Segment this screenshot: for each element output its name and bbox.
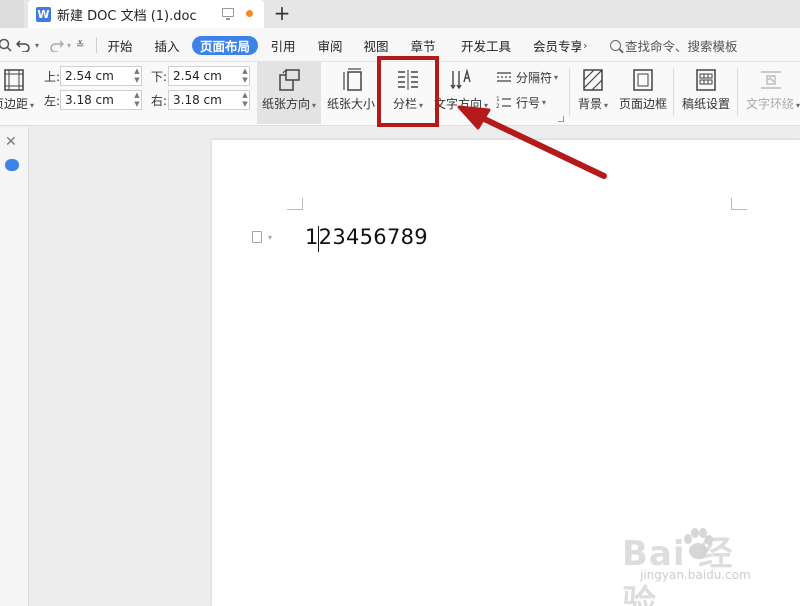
text-direction-button[interactable]: 文字方向 ▾ [434,62,488,124]
menu-more-chevron-icon[interactable]: › [583,39,587,52]
watermark-url: jingyan.baidu.com [640,568,751,582]
line-number-icon: 12 [496,96,511,109]
background-label: 背景 [577,97,602,111]
text-wrap-button[interactable]: 文字环绕 ▾ [742,62,800,124]
page-margins-button[interactable]: 页边距▾ [0,62,36,124]
text-wrap-icon [761,71,781,89]
page-setup-launcher-icon[interactable] [558,116,564,122]
undo-icon[interactable] [16,28,32,62]
columns-highlight-box [377,56,439,127]
paragraph-handle-icon[interactable] [252,231,262,243]
bottom-margin-input[interactable]: 2.54 cm [168,66,250,86]
top-margin-input[interactable]: 2.54 cm [60,66,142,86]
command-search-placeholder: 查找命令、搜索模板 [625,39,738,54]
close-panel-icon[interactable]: ✕ [5,134,17,150]
text-wrap-label: 文字环绕 [746,97,795,111]
crop-mark-top-right [731,198,747,210]
left-margin-label: 左: [44,94,61,108]
ribbon-separator [673,68,674,116]
right-margin-input[interactable]: 3.18 cm [168,90,250,110]
draft-paper-icon [696,69,716,91]
orientation-icon [279,69,300,91]
paper-size-icon [343,68,362,91]
bottom-margin-spinner[interactable]: ▲ ▼ [240,67,250,87]
undo-dropdown-icon[interactable]: ▾ [35,28,39,62]
ribbon-separator [569,68,570,116]
text-direction-label: 文字方向 [434,97,483,111]
page-margins-label: 页边距 [0,97,29,111]
background-button[interactable]: 背景 ▾ [573,62,613,124]
separator-label: 分隔符 [516,70,553,85]
menu-insert[interactable]: 插入 [151,36,183,55]
svg-text:1: 1 [496,96,500,103]
page-border-label: 页面边框 [618,97,667,111]
menu-separator [96,37,97,53]
left-side-panel [0,127,29,606]
background-icon [583,69,603,91]
menu-home[interactable]: 开始 [104,36,136,55]
bottom-margin-label: 下: [151,70,168,84]
customize-toolbar-icon[interactable]: ≚ [76,28,84,62]
paper-size-label: 纸张大小 [327,97,376,111]
menu-page-layout[interactable]: 页面布局 [192,36,258,55]
menu-chapter[interactable]: 章节 [407,36,439,55]
menu-review[interactable]: 审阅 [314,36,346,55]
menu-developer-tools[interactable]: 开发工具 [459,36,513,55]
left-margin-spinner[interactable]: ▲ ▼ [132,91,142,111]
page-margins-icon [4,69,24,91]
menu-references[interactable]: 引用 [267,36,299,55]
document-tab-title: 新建 DOC 文档 (1).doc [57,8,197,24]
watermark-title: Bai 经验 [622,534,734,606]
top-margin-spinner[interactable]: ▲ ▼ [132,67,142,87]
wps-writer-icon: W [36,6,51,22]
menu-member-exclusive[interactable]: 会员专享 [533,36,581,55]
command-search[interactable]: 查找命令、搜索模板 [610,36,738,55]
text-direction-icon [450,68,471,90]
search-icon [610,40,621,51]
new-tab-button[interactable]: + [272,1,292,25]
wps-writer-window: W 新建 DOC 文档 (1).doc + ▾ ▾ ≚ 开始 插入 页面布局 引… [0,0,800,606]
paper-size-button[interactable]: 纸张大小 [325,62,381,124]
line-number-label: 行号 [516,95,541,110]
page-border-icon [633,69,653,91]
text-cursor [318,226,319,252]
orientation-label: 纸张方向 [261,97,310,111]
monitor-icon[interactable] [222,8,234,20]
home-tab-stub[interactable] [0,0,24,28]
unsaved-indicator-dot [246,10,253,17]
document-body-text[interactable]: 123456789 [305,225,428,249]
svg-text:2: 2 [496,103,500,109]
right-margin-spinner[interactable]: ▲ ▼ [240,91,250,111]
paragraph-handle-dropdown-icon[interactable]: ▾ [268,233,272,242]
line-number-button[interactable]: 12 行号 ▾ [496,93,546,111]
redo-dropdown-icon[interactable]: ▾ [67,28,71,62]
redo-icon[interactable] [48,28,64,62]
page-border-button[interactable]: 页面边框 [616,62,670,124]
top-margin-label: 上: [44,70,61,84]
print-preview-icon[interactable] [0,28,12,62]
baidu-jingyan-watermark: Bai 经验 jingyan.baidu.com [614,520,764,606]
cloud-icon[interactable] [5,159,19,171]
right-margin-label: 右: [151,94,168,108]
orientation-button[interactable]: 纸张方向 ▾ [257,62,321,124]
tab-bar: W 新建 DOC 文档 (1).doc + [0,0,800,28]
draft-paper-label: 稿纸设置 [681,97,730,111]
separator-button[interactable]: 分隔符 ▾ [496,68,558,86]
ribbon-separator [737,68,738,116]
left-margin-input[interactable]: 3.18 cm [60,90,142,110]
menu-view[interactable]: 视图 [360,36,392,55]
crop-mark-top-left [287,198,303,210]
draft-paper-button[interactable]: 稿纸设置 [678,62,734,124]
separator-icon [497,72,511,82]
